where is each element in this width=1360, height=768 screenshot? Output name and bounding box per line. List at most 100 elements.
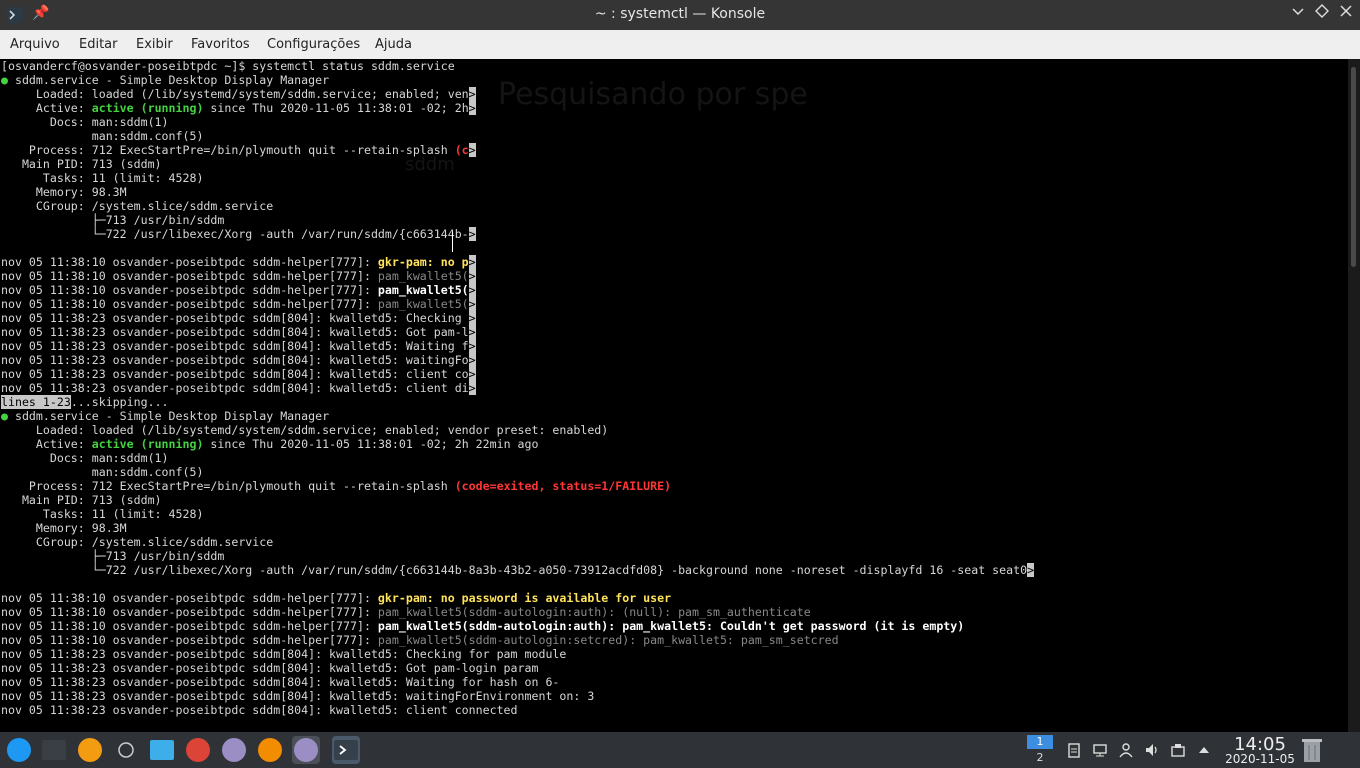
terminal-text: > — [468, 325, 476, 339]
terminal-line: nov 05 11:38:23 osvander-poseibtpdc sddm… — [1, 689, 1034, 703]
virtual-desktop-pager[interactable]: 1 2 — [1027, 735, 1053, 765]
terminal-view[interactable]: Pesquisando por spe sddm [osvandercf@osv… — [0, 59, 1348, 732]
terminal-line: nov 05 11:38:23 osvander-poseibtpdc sddm… — [1, 703, 1034, 717]
clipboard-icon[interactable] — [112, 736, 140, 764]
terminal-text: since Thu 2020-11-05 11:38:01 -02; 2h — [203, 101, 469, 115]
chrome-icon[interactable] — [184, 736, 212, 764]
network-tray-icon[interactable] — [1092, 742, 1108, 758]
menu-configuracoes[interactable]: Configurações — [267, 37, 360, 52]
terminal-line: Tasks: 11 (limit: 4528) — [1, 507, 1034, 521]
terminal-text: Active: — [1, 101, 92, 115]
expand-tray-icon[interactable] — [1196, 742, 1212, 758]
application-launcher-icon[interactable] — [5, 736, 33, 764]
terminal-text: ├─713 /usr/bin/sddm — [1, 213, 225, 227]
terminal-line: CGroup: /system.slice/sddm.service — [1, 199, 1034, 213]
volume-tray-icon[interactable] — [1144, 742, 1160, 758]
terminal-line: Memory: 98.3M — [1, 521, 1034, 535]
terminal-text: > — [468, 283, 476, 297]
menu-favoritos[interactable]: Favoritos — [191, 37, 250, 52]
menu-arquivo[interactable]: Arquivo — [10, 37, 60, 52]
terminal-text: nov 05 11:38:23 osvander-poseibtpdc sddm… — [1, 689, 595, 703]
terminal-text: ...skipping... — [70, 395, 169, 409]
terminal-text: CGroup: /system.slice/sddm.service — [1, 535, 274, 549]
terminal-line: nov 05 11:38:23 osvander-poseibtpdc sddm… — [1, 339, 1034, 353]
terminal-line: ├─713 /usr/bin/sddm — [1, 549, 1034, 563]
terminal-text: nov 05 11:38:23 osvander-poseibtpdc sddm… — [1, 325, 469, 339]
text-cursor-icon — [452, 232, 455, 252]
terminal-text: ● — [1, 409, 8, 423]
discover-icon[interactable] — [292, 736, 320, 764]
terminal-text: Loaded: loaded (/lib/systemd/system/sddm… — [1, 87, 469, 101]
terminal-line: man:sddm.conf(5) — [1, 129, 1034, 143]
terminal-line: ├─713 /usr/bin/sddm — [1, 213, 1034, 227]
system-monitor-icon[interactable] — [40, 736, 68, 764]
terminal-text: nov 05 11:38:23 osvander-poseibtpdc sddm… — [1, 675, 560, 689]
window-titlebar[interactable]: 📌 ~ : systemctl — Konsole — [0, 0, 1360, 30]
terminal-line: nov 05 11:38:23 osvander-poseibtpdc sddm… — [1, 325, 1034, 339]
desktop-2[interactable]: 2 — [1027, 751, 1053, 765]
trash-icon[interactable] — [1300, 737, 1324, 763]
terminal-line: [osvandercf@osvander-poseibtpdc ~]$ syst… — [1, 59, 1034, 73]
terminal-text: Loaded: loaded (/lib/systemd/system/sddm… — [1, 423, 609, 437]
terminal-text: Tasks: 11 (limit: 4528) — [1, 171, 204, 185]
terminal-line: nov 05 11:38:10 osvander-poseibtpdc sddm… — [1, 283, 1034, 297]
terminal-text: > — [468, 101, 476, 115]
terminal-text: man:sddm.conf(5) — [1, 465, 204, 479]
menu-exibir[interactable]: Exibir — [136, 37, 173, 52]
terminal-output: [osvandercf@osvander-poseibtpdc ~]$ syst… — [1, 59, 1035, 717]
terminal-line: Tasks: 11 (limit: 4528) — [1, 171, 1034, 185]
terminal-line: Process: 712 ExecStartPre=/bin/plymouth … — [1, 143, 1034, 157]
terminal-text: man:sddm.conf(5) — [1, 129, 204, 143]
terminal-line: Main PID: 713 (sddm) — [1, 157, 1034, 171]
menu-ajuda[interactable]: Ajuda — [375, 37, 412, 52]
menu-editar[interactable]: Editar — [79, 37, 118, 52]
terminal-line: nov 05 11:38:10 osvander-poseibtpdc sddm… — [1, 255, 1034, 269]
terminal-line: └─722 /usr/libexec/Xorg -auth /var/run/s… — [1, 563, 1035, 577]
maximize-button[interactable] — [1312, 4, 1332, 24]
terminal-text: pam_kwallet5(sddm-autologin:setcred): pa… — [377, 633, 839, 647]
terminal-line: Docs: man:sddm(1) — [1, 451, 1034, 465]
taskbar: 1 2 14:05 2020-11-05 — [0, 732, 1360, 768]
terminal-text: ● — [1, 73, 8, 87]
clipboard-tray-icon[interactable] — [1066, 742, 1082, 758]
terminal-line: nov 05 11:38:23 osvander-poseibtpdc sddm… — [1, 675, 1034, 689]
terminal-text: nov 05 11:38:23 osvander-poseibtpdc sddm… — [1, 647, 567, 661]
terminal-text: > — [468, 353, 476, 367]
terminal-text: > — [1027, 563, 1035, 577]
terminal-text: Active: — [1, 437, 92, 451]
terminal-text: nov 05 11:38:10 osvander-poseibtpdc sddm… — [1, 283, 378, 297]
close-button[interactable] — [1336, 4, 1356, 24]
terminal-text: pam_kwallet5(sddm-autologin:auth): pam_k… — [377, 619, 965, 633]
konsole-icon[interactable] — [332, 736, 360, 764]
users-tray-icon[interactable] — [1118, 742, 1134, 758]
terminal-text: nov 05 11:38:23 osvander-poseibtpdc sddm… — [1, 661, 539, 675]
vlc-icon[interactable] — [256, 736, 284, 764]
terminal-line: nov 05 11:38:23 osvander-poseibtpdc sddm… — [1, 647, 1034, 661]
terminal-text: > — [468, 87, 476, 101]
amarok-icon[interactable] — [76, 736, 104, 764]
minimize-button[interactable] — [1288, 4, 1308, 24]
device-notifier-tray-icon[interactable] — [1170, 742, 1186, 758]
terminal-line: man:sddm.conf(5) — [1, 465, 1034, 479]
clock-date[interactable]: 2020-11-05 — [1212, 752, 1308, 766]
scrollbar-thumb[interactable] — [1351, 67, 1356, 267]
terminal-text: nov 05 11:38:23 osvander-poseibtpdc sddm… — [1, 381, 469, 395]
terminal-text: > — [468, 339, 476, 353]
terminal-text: Tasks: 11 (limit: 4528) — [1, 507, 204, 521]
terminal-line: nov 05 11:38:23 osvander-poseibtpdc sddm… — [1, 367, 1034, 381]
terminal-text: active (running) — [91, 101, 204, 115]
terminal-line: nov 05 11:38:23 osvander-poseibtpdc sddm… — [1, 353, 1034, 367]
kvantum-icon[interactable] — [220, 736, 248, 764]
terminal-text: pam_kwallet5( — [377, 269, 469, 283]
terminal-text: nov 05 11:38:23 osvander-poseibtpdc sddm… — [1, 367, 469, 381]
terminal-text: sddm.service - Simple Desktop Display Ma… — [7, 73, 330, 87]
desktop-1[interactable]: 1 — [1027, 735, 1053, 749]
terminal-line: CGroup: /system.slice/sddm.service — [1, 535, 1034, 549]
terminal-line: Docs: man:sddm(1) — [1, 115, 1034, 129]
terminal-text: active (running) — [91, 437, 204, 451]
terminal-text: lines 1-23 — [1, 395, 71, 409]
terminal-scrollbar[interactable] — [1348, 59, 1360, 732]
file-manager-icon[interactable] — [148, 736, 176, 764]
terminal-line: Active: active (running) since Thu 2020-… — [1, 101, 1034, 115]
